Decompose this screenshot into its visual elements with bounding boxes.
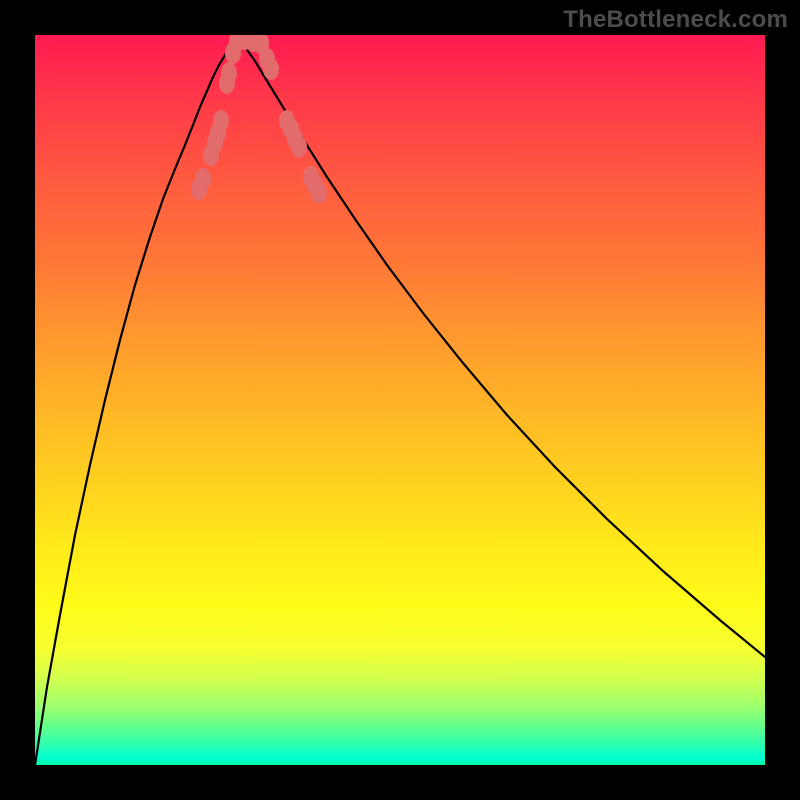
marker-dot (263, 58, 279, 80)
watermark-text: TheBottleneck.com (563, 6, 788, 34)
curve-right-branch (237, 39, 765, 657)
marker-dot (213, 110, 229, 132)
chart-frame: TheBottleneck.com (0, 0, 800, 800)
marker-dot (221, 62, 237, 84)
marker-dot (311, 182, 327, 204)
plot-area (35, 35, 765, 765)
curve-layer (35, 39, 765, 765)
chart-svg (35, 35, 765, 765)
marker-layer (191, 35, 327, 204)
marker-dot (195, 168, 211, 190)
marker-dot (291, 136, 307, 158)
